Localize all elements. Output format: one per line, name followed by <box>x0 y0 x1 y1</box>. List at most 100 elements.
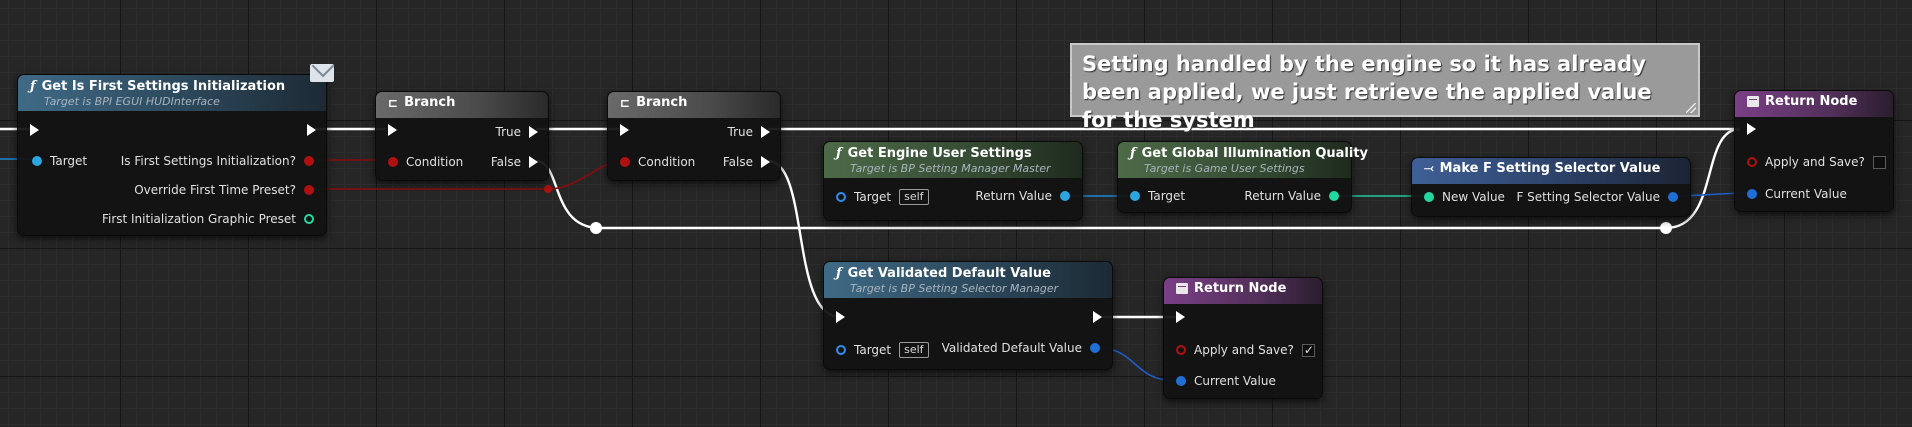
node-title: Get Engine User Settings <box>847 146 1032 161</box>
exec-in-pin[interactable] <box>30 124 39 136</box>
function-icon: ƒ <box>836 266 842 281</box>
node-header: ƒ Get Validated Default Value Target is … <box>824 262 1112 298</box>
node-branch-2[interactable]: ⊏ Branch True Condition False <box>607 91 781 181</box>
node-get-validated-default[interactable]: ƒ Get Validated Default Value Target is … <box>823 261 1113 370</box>
exec-out-pin[interactable] <box>1093 311 1102 323</box>
graphic-preset-pin[interactable]: First Initialization Graphic Preset <box>102 211 314 227</box>
return-value-pin[interactable]: Return Value <box>1244 188 1339 204</box>
pin-label: Current Value <box>1765 187 1847 201</box>
pin-label: Current Value <box>1194 374 1276 388</box>
node-header: ⊏ Branch <box>376 92 548 118</box>
false-pin[interactable]: False <box>491 154 538 170</box>
pin-label: Apply and Save? <box>1765 155 1865 169</box>
return-node-icon <box>1747 96 1759 107</box>
true-pin[interactable]: True <box>727 124 770 140</box>
make-struct-icon: ⤙ <box>1424 161 1434 175</box>
target-pin[interactable]: Target <box>1130 188 1185 204</box>
bool-pin-icon <box>1747 157 1757 167</box>
node-get-gi-quality[interactable]: ƒ Get Global Illumination Quality Target… <box>1117 141 1368 213</box>
pin-label: Target <box>50 154 88 168</box>
bool-pin-icon <box>388 157 398 167</box>
pin-label: False <box>722 155 753 169</box>
branch-icon: ⊏ <box>388 95 399 110</box>
node-title: Get Global Illumination Quality <box>1141 146 1369 161</box>
node-return-bottom[interactable]: Return Node Apply and Save? Current Valu… <box>1163 277 1323 399</box>
is-first-settings-pin[interactable]: Is First Settings Initialization? <box>121 153 314 169</box>
self-default-value[interactable]: self <box>899 342 929 358</box>
pin-label: Apply and Save? <box>1194 343 1294 357</box>
pin-label: Target <box>854 343 892 357</box>
node-title: Get Is First Settings Initialization <box>41 79 286 94</box>
pin-label: Validated Default Value <box>941 341 1082 355</box>
apply-and-save-checkbox[interactable] <box>1301 342 1315 358</box>
target-pin[interactable]: Target self <box>836 342 929 358</box>
new-value-pin[interactable]: New Value <box>1424 189 1505 205</box>
node-return-top[interactable]: Return Node Apply and Save? Current Valu… <box>1734 90 1894 212</box>
apply-and-save-pin[interactable]: Apply and Save? <box>1747 154 1886 170</box>
node-title: Make F Setting Selector Value <box>1439 161 1661 176</box>
exec-out-pin[interactable] <box>307 124 316 136</box>
exec-pin-icon <box>1176 311 1185 323</box>
bool-pin-icon <box>1176 345 1186 355</box>
node-header: ƒ Get Global Illumination Quality Target… <box>1118 142 1368 178</box>
current-value-pin[interactable]: Current Value <box>1176 373 1276 389</box>
envelope-icon <box>310 64 334 82</box>
exec-pin-icon <box>30 124 39 136</box>
exec-pin-icon <box>761 156 770 168</box>
return-value-pin[interactable]: Return Value <box>975 188 1070 204</box>
node-subtitle: Target is BPI EGUI HUDInterface <box>44 95 220 108</box>
exec-pin-icon <box>1747 123 1756 135</box>
node-title: Get Validated Default Value <box>847 266 1051 281</box>
override-first-time-pin[interactable]: Override First Time Preset? <box>134 182 314 198</box>
exec-pin-icon <box>1093 311 1102 323</box>
object-pin-icon <box>32 156 42 166</box>
pin-label: Condition <box>406 155 464 169</box>
apply-and-save-pin[interactable]: Apply and Save? <box>1176 342 1315 358</box>
exec-in-pin[interactable] <box>620 124 629 136</box>
struct-pin-icon <box>1176 376 1186 386</box>
exec-pin-icon <box>761 126 770 138</box>
reroute-knot-right <box>1660 222 1672 234</box>
self-default-value[interactable]: self <box>899 189 929 205</box>
pin-label: False <box>490 155 521 169</box>
pin-label: Target <box>854 190 892 204</box>
pin-label: True <box>727 125 754 139</box>
exec-pin-icon <box>620 124 629 136</box>
target-pin[interactable]: Target self <box>836 189 929 205</box>
node-header: ƒ Get Is First Settings Initialization T… <box>18 75 326 111</box>
target-pin[interactable]: Target <box>32 153 87 169</box>
exec-pin-icon <box>529 156 538 168</box>
selector-value-out-pin[interactable]: F Setting Selector Value <box>1516 189 1678 205</box>
exec-in-pin[interactable] <box>836 311 845 323</box>
node-subtitle: Target is BP Setting Manager Master <box>850 162 1051 175</box>
false-pin[interactable]: False <box>723 154 770 170</box>
validated-default-out-pin[interactable]: Validated Default Value <box>942 340 1100 356</box>
object-pin-icon <box>836 345 846 355</box>
exec-in-pin[interactable] <box>1176 311 1185 323</box>
true-pin[interactable]: True <box>496 124 538 140</box>
node-header: ⊏ Branch <box>608 92 780 118</box>
exec-pin-icon <box>388 124 397 136</box>
resize-grip-icon[interactable] <box>1686 103 1696 113</box>
node-title: Branch <box>404 95 456 110</box>
pin-label: Return Value <box>975 189 1052 203</box>
node-header: Return Node <box>1164 278 1322 304</box>
exec-pin-icon <box>307 124 316 136</box>
condition-pin[interactable]: Condition <box>620 154 695 170</box>
condition-pin[interactable]: Condition <box>388 154 463 170</box>
exec-in-pin[interactable] <box>1747 123 1756 135</box>
exec-in-pin[interactable] <box>388 124 397 136</box>
apply-and-save-checkbox[interactable] <box>1872 155 1886 169</box>
node-get-is-first-settings[interactable]: ƒ Get Is First Settings Initialization T… <box>17 74 327 236</box>
node-branch-1[interactable]: ⊏ Branch True Condition False <box>375 91 549 181</box>
struct-pin-icon <box>1668 192 1678 202</box>
node-get-engine-user-settings[interactable]: ƒ Get Engine User Settings Target is BP … <box>823 141 1083 221</box>
exec-pin-icon <box>836 311 845 323</box>
struct-pin-icon <box>1747 189 1757 199</box>
node-title: Branch <box>636 95 688 110</box>
node-header: ƒ Get Engine User Settings Target is BP … <box>824 142 1082 178</box>
node-make-setting-selector[interactable]: ⤙ Make F Setting Selector Value New Valu… <box>1411 157 1691 217</box>
pin-label: Target <box>1148 189 1186 203</box>
current-value-pin[interactable]: Current Value <box>1747 186 1847 202</box>
comment-box[interactable]: Setting handled by the engine so it has … <box>1070 43 1700 132</box>
